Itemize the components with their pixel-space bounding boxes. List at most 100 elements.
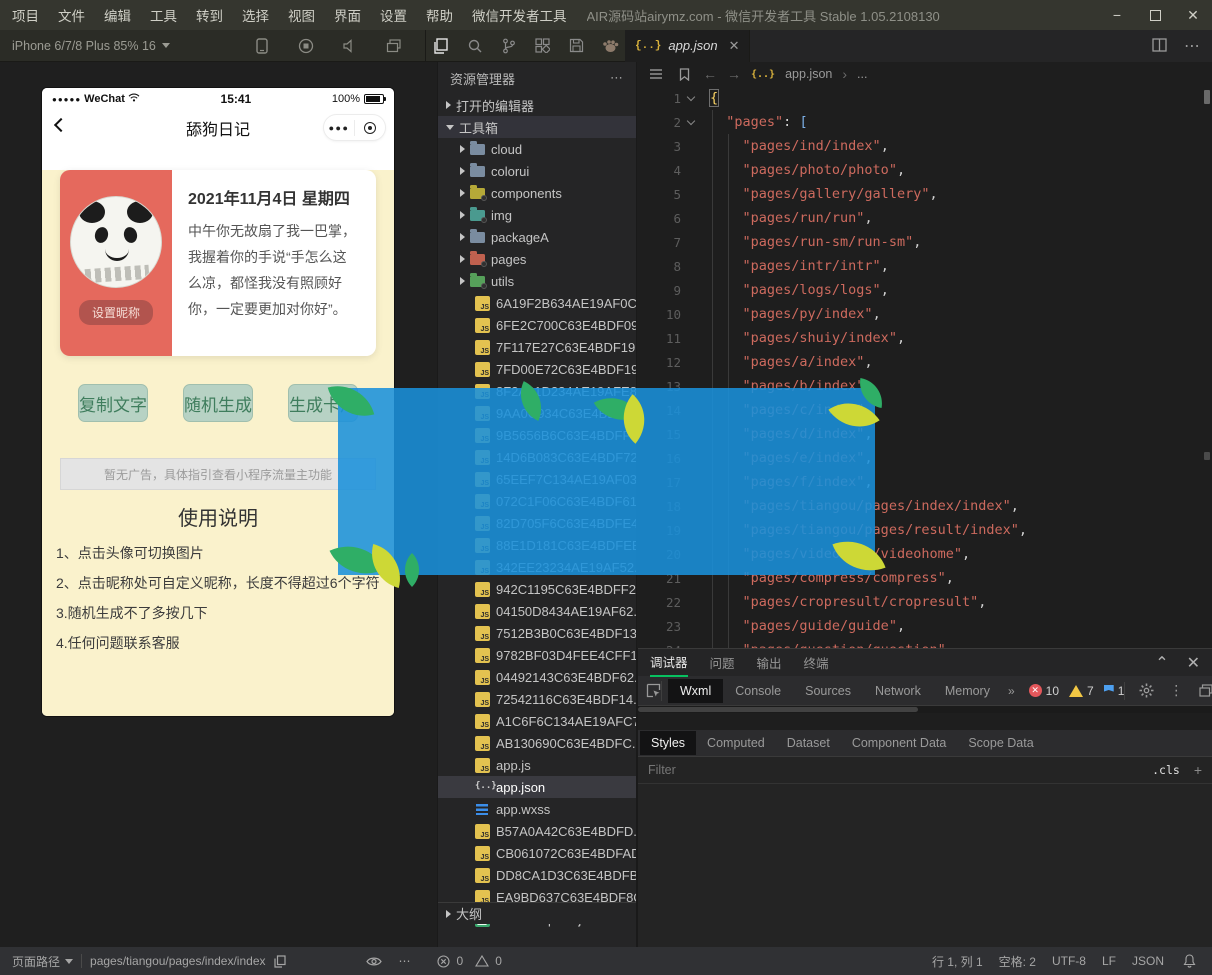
menu-item[interactable]: 视图 — [288, 5, 315, 25]
device-selector[interactable]: iPhone 6/7/8 Plus 85% 16 — [0, 39, 230, 53]
tree-folder-cloud[interactable]: cloud — [438, 138, 636, 160]
debugger-tab-终端[interactable]: 终端 — [804, 649, 829, 677]
tree-folder-colorui[interactable]: colorui — [438, 160, 636, 182]
statusbar-more[interactable]: ⋯ — [391, 947, 419, 975]
fold-icon[interactable] — [681, 121, 701, 124]
editor-line[interactable]: 4 "pages/photo/photo", — [637, 158, 1212, 182]
editor-line[interactable]: 22 "pages/cropresult/cropresult", — [637, 590, 1212, 614]
fold-icon[interactable] — [681, 97, 701, 100]
search-icon[interactable] — [466, 37, 484, 55]
editor-line[interactable]: 24 "pages/question/question", — [637, 638, 1212, 648]
extensions-icon[interactable] — [534, 37, 552, 55]
save-icon[interactable] — [568, 37, 586, 55]
section-toolbox[interactable]: 工具箱 — [438, 116, 636, 138]
editor-line[interactable]: 6 "pages/run/run", — [637, 206, 1212, 230]
indentation[interactable]: 空格: 2 — [991, 947, 1044, 975]
files-icon[interactable] — [432, 37, 450, 55]
editor-line[interactable]: 12 "pages/a/index", — [637, 350, 1212, 374]
split-editor-icon[interactable] — [1150, 36, 1168, 54]
tree-file[interactable]: A1C6F6C134AE19AFC7... — [438, 710, 636, 732]
editor-line[interactable]: 23 "pages/guide/guide", — [637, 614, 1212, 638]
editor-line[interactable]: 10 "pages/py/index", — [637, 302, 1212, 326]
debugger-tab-问题[interactable]: 问题 — [710, 649, 735, 677]
error-badge[interactable]: ✕10 — [1029, 684, 1059, 698]
scrollbar-thumb[interactable] — [638, 707, 918, 712]
menu-item[interactable]: 选择 — [242, 5, 269, 25]
tree-folder-img[interactable]: img — [438, 204, 636, 226]
tree-file[interactable]: app.json — [438, 776, 636, 798]
editor-line[interactable]: 3 "pages/ind/index", — [637, 134, 1212, 158]
styles-tab[interactable]: Dataset — [776, 731, 841, 755]
phone-icon[interactable] — [253, 37, 271, 55]
editor-line[interactable]: 5 "pages/gallery/gallery", — [637, 182, 1212, 206]
breadcrumb-file[interactable]: app.json — [785, 67, 832, 81]
tab-app-json[interactable]: {..} app.json ✕ — [625, 30, 750, 62]
warning-badge[interactable]: 7 — [1069, 684, 1094, 698]
tree-file[interactable]: 6A19F2B634AE19AF0C... — [438, 292, 636, 314]
menu-item[interactable]: 项目 — [12, 5, 39, 25]
page-path[interactable]: pages/tiangou/pages/index/index — [82, 947, 296, 975]
undock-icon[interactable] — [1197, 682, 1212, 700]
tree-file[interactable]: 7FD00E72C63E4BDF19... — [438, 358, 636, 380]
menu-item[interactable]: 微信开发者工具 — [472, 5, 567, 25]
breadcrumb-more[interactable]: ... — [857, 67, 867, 81]
kebab-menu-icon[interactable]: ⋮ — [1169, 682, 1183, 699]
styles-tab[interactable]: Computed — [696, 731, 776, 755]
devtools-tab-sources[interactable]: Sources — [793, 679, 863, 703]
action-button[interactable]: 随机生成 — [183, 384, 253, 422]
tree-folder-packageA[interactable]: packageA — [438, 226, 636, 248]
minimize-button[interactable]: − — [1098, 0, 1136, 30]
explorer-more-icon[interactable]: ⋯ — [610, 70, 624, 86]
menu-item[interactable]: 文件 — [58, 5, 85, 25]
record-icon[interactable] — [297, 37, 315, 55]
tree-file[interactable]: AB130690C63E4BDFC... — [438, 732, 636, 754]
collapse-panel-icon[interactable]: ⌃ — [1155, 653, 1168, 673]
inspect-element-icon[interactable] — [646, 681, 662, 701]
tree-file[interactable]: B57A0A42C63E4BDFD... — [438, 820, 636, 842]
mute-icon[interactable] — [341, 37, 359, 55]
tree-file[interactable]: 7F117E27C63E4BDF19... — [438, 336, 636, 358]
tree-folder-components[interactable]: components — [438, 182, 636, 204]
tree-file[interactable]: 7512B3B0C63E4BDF13... — [438, 622, 636, 644]
menu-item[interactable]: 工具 — [150, 5, 177, 25]
debugger-tab-调试器[interactable]: 调试器 — [650, 649, 688, 677]
tree-file[interactable]: 6FE2C700C63E4BDF09... — [438, 314, 636, 336]
eol[interactable]: LF — [1094, 947, 1124, 975]
more-actions-icon[interactable]: ⋯ — [1184, 36, 1200, 56]
menu-item[interactable]: 编辑 — [104, 5, 131, 25]
copy-icon[interactable] — [271, 952, 289, 970]
multi-window-icon[interactable] — [385, 37, 403, 55]
overview-ruler[interactable] — [1202, 62, 1212, 648]
tree-file[interactable]: 04492143C63E4BDF62... — [438, 666, 636, 688]
menu-item[interactable]: 界面 — [334, 5, 361, 25]
editor-line[interactable]: 1{ — [637, 86, 1212, 110]
tab-close-icon[interactable]: ✕ — [729, 38, 740, 54]
styles-tab[interactable]: Styles — [640, 731, 696, 755]
more-tabs-chevron[interactable]: » — [1002, 684, 1021, 698]
devtools-tab-wxml[interactable]: Wxml — [668, 679, 723, 703]
tree-file[interactable]: CB061072C63E4BDFAD... — [438, 842, 636, 864]
editor-line[interactable]: 7 "pages/run-sm/run-sm", — [637, 230, 1212, 254]
close-panel-icon[interactable]: ✕ — [1187, 653, 1200, 673]
debugger-tab-输出[interactable]: 输出 — [757, 649, 782, 677]
git-branch-icon[interactable] — [500, 37, 518, 55]
outline-section[interactable]: 大纲 — [438, 902, 636, 924]
tree-file[interactable]: DD8CA1D3C63E4BDFB... — [438, 864, 636, 886]
add-style-button[interactable]: + — [1194, 762, 1202, 778]
cursor-position[interactable]: 行 1, 列 1 — [924, 947, 991, 975]
bookmark-icon[interactable] — [675, 65, 693, 83]
maximize-button[interactable] — [1136, 0, 1174, 30]
avatar[interactable] — [70, 196, 162, 288]
action-button[interactable]: 复制文字 — [78, 384, 148, 422]
back-arrow-icon[interactable]: ← — [703, 66, 717, 82]
language-mode[interactable]: JSON — [1124, 947, 1172, 975]
editor-line[interactable]: 2 "pages": [ — [637, 110, 1212, 134]
gear-icon[interactable] — [1137, 682, 1155, 700]
menu-item[interactable]: 帮助 — [426, 5, 453, 25]
styles-tab[interactable]: Component Data — [841, 731, 958, 755]
horizontal-scrollbar[interactable] — [638, 706, 1212, 713]
devtools-tab-console[interactable]: Console — [723, 679, 793, 703]
tree-file[interactable]: app.js — [438, 754, 636, 776]
forward-arrow-icon[interactable]: → — [727, 66, 741, 82]
capsule-close-icon[interactable] — [355, 122, 385, 134]
